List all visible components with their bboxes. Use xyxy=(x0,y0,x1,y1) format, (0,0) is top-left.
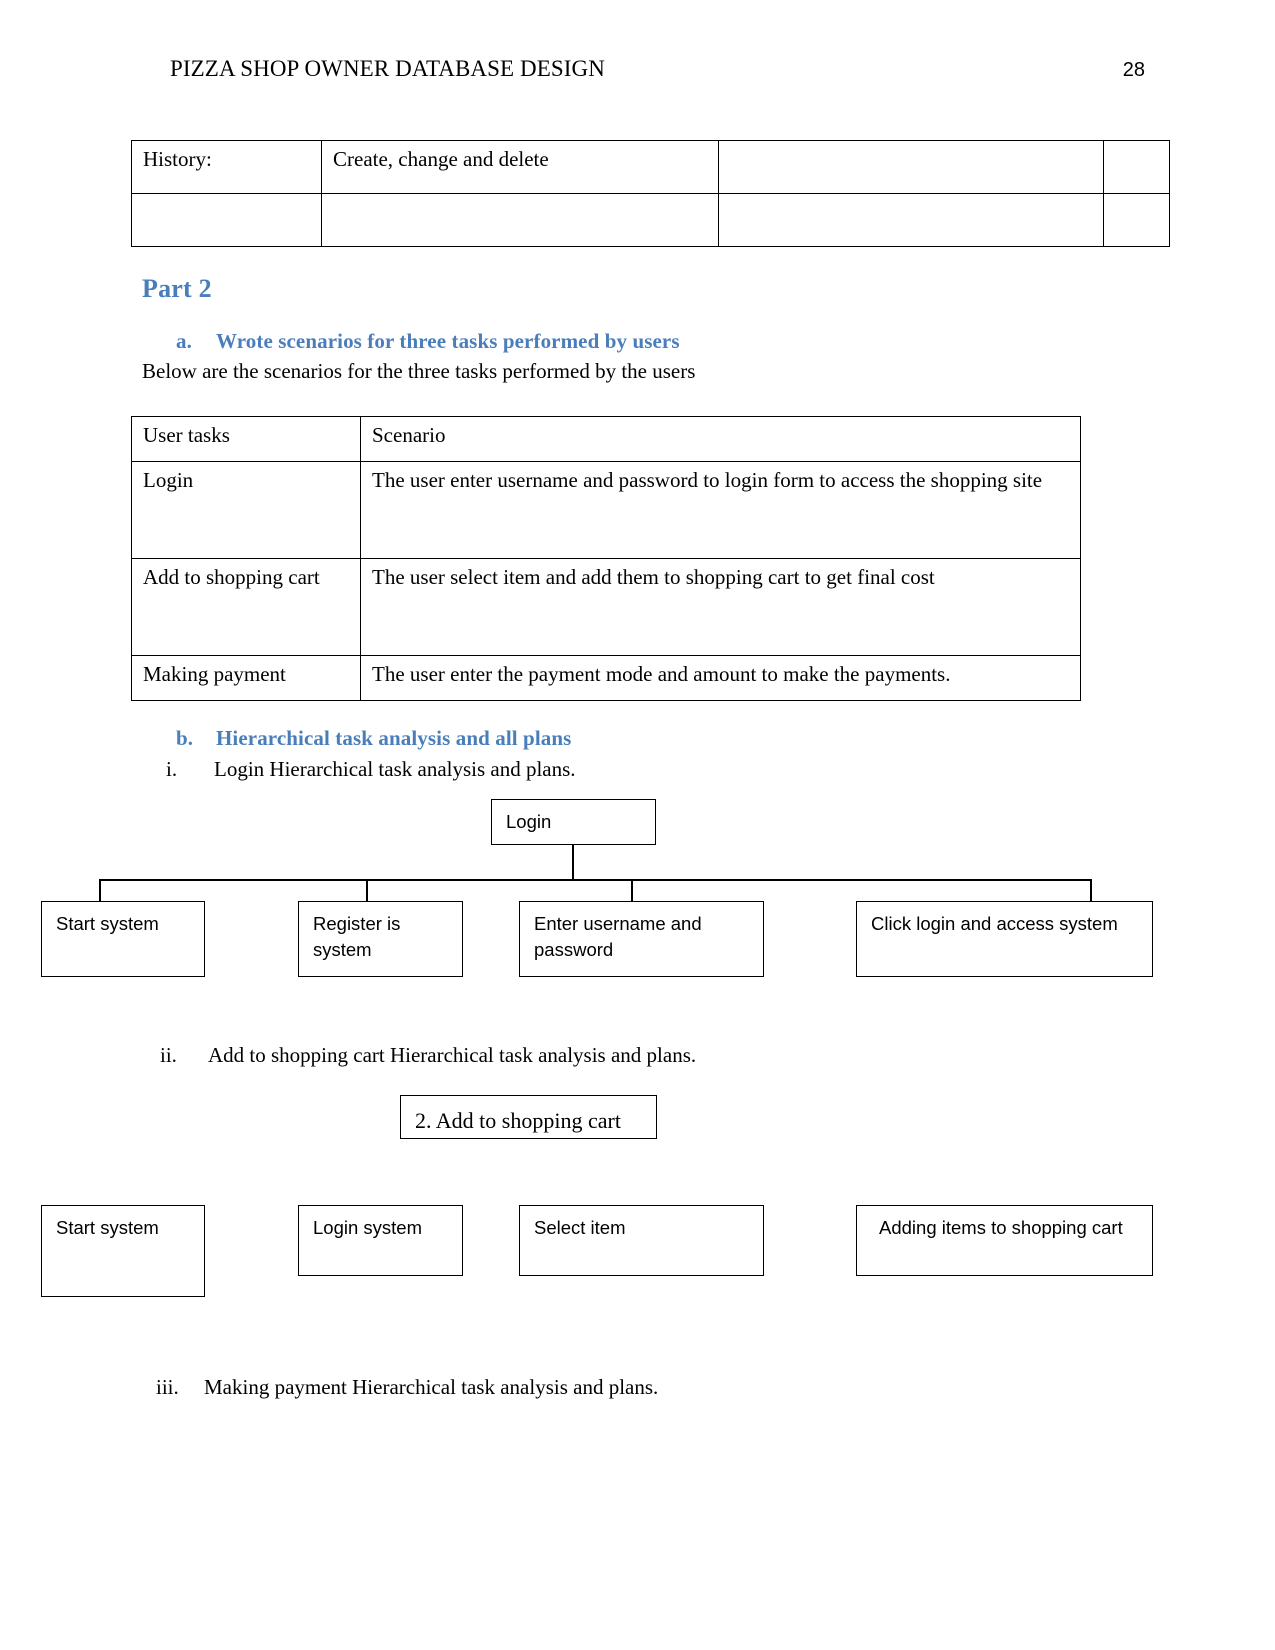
list-item-iii: iii. Making payment Hierarchical task ana… xyxy=(156,1375,658,1400)
scenario-task-add-to-cart: Add to shopping cart xyxy=(131,558,361,656)
heading-item-b: b. Hierarchical task analysis and all pla… xyxy=(176,726,571,751)
history-blank-cell-4 xyxy=(1103,193,1170,247)
history-label-cell: History: xyxy=(131,140,322,194)
hta-node-login-system: Login system xyxy=(298,1205,463,1276)
heading-item-a-marker: a. xyxy=(176,329,192,353)
document-page: PIZZA SHOP OWNER DATABASE DESIGN 28 Hist… xyxy=(0,0,1275,1650)
heading-item-b-marker: b. xyxy=(176,726,194,750)
scenario-text-login: The user enter username and password to … xyxy=(360,461,1081,559)
scenario-text-making-payment: The user enter the payment mode and amou… xyxy=(360,655,1081,701)
connector-root-stem xyxy=(572,845,574,880)
history-empty-cell-2 xyxy=(1103,140,1170,194)
list-item-ii: ii. Add to shopping cart Hierarchical tas… xyxy=(160,1043,696,1068)
heading-item-b-label: Hierarchical task analysis and all plans xyxy=(216,726,572,750)
connector-branch-1 xyxy=(99,879,101,901)
hta-node-click-login-and-access-system: Click login and access system xyxy=(856,901,1153,977)
hta-node-register-is-system: Register is system xyxy=(298,901,463,977)
heading-item-a: a. Wrote scenarios for three tasks perfor… xyxy=(176,329,680,354)
heading-item-a-label: Wrote scenarios for three tasks performe… xyxy=(216,329,680,353)
login-hta-diagram: Login Start system Register is system En… xyxy=(0,795,1275,1005)
hta-node-adding-items-to-shopping-cart: Adding items to shopping cart xyxy=(856,1205,1153,1276)
hta-node-start-system-2: Start system xyxy=(41,1205,205,1297)
part-2-heading: Part 2 xyxy=(142,274,212,303)
scenarios-table: User tasks Scenario Login The user enter… xyxy=(131,416,1081,701)
list-item-iii-text: Making payment Hierarchical task analysi… xyxy=(204,1375,659,1399)
list-item-i-text: Login Hierarchical task analysis and pla… xyxy=(214,757,576,781)
list-item-iii-marker: iii. xyxy=(156,1375,179,1399)
scenarios-header-scenario: Scenario xyxy=(360,416,1081,462)
table-row: Making payment The user enter the paymen… xyxy=(131,655,1081,701)
page-header: PIZZA SHOP OWNER DATABASE DESIGN 28 xyxy=(170,56,1145,82)
document-title: PIZZA SHOP OWNER DATABASE DESIGN xyxy=(170,56,605,81)
history-blank-cell-2 xyxy=(321,193,719,247)
list-item-ii-marker: ii. xyxy=(160,1043,177,1067)
scenarios-intro-paragraph: Below are the scenarios for the three ta… xyxy=(142,359,696,383)
scenario-task-login: Login xyxy=(131,461,361,559)
history-blank-cell-3 xyxy=(718,193,1104,247)
table-header-row: User tasks Scenario xyxy=(131,416,1081,462)
table-row xyxy=(131,193,1170,247)
history-empty-cell-1 xyxy=(718,140,1104,194)
page-number: 28 xyxy=(1122,59,1145,81)
connector-horizontal-bus xyxy=(99,879,1091,881)
connector-branch-3 xyxy=(631,879,633,901)
history-table: History: Create, change and delete xyxy=(131,140,1170,247)
table-row: Add to shopping cart The user select ite… xyxy=(131,558,1081,656)
list-item-ii-text: Add to shopping cart Hierarchical task a… xyxy=(208,1043,697,1067)
table-row: History: Create, change and delete xyxy=(131,140,1170,194)
list-item-i: i. Login Hierarchical task analysis and p… xyxy=(166,757,576,782)
hta-node-select-item: Select item xyxy=(519,1205,764,1276)
add-to-cart-hta-diagram: 2. Add to shopping cart Start system Log… xyxy=(0,1090,1275,1340)
hta-node-start-system: Start system xyxy=(41,901,205,977)
hta-node-enter-username-and-password: Enter username and password xyxy=(519,901,764,977)
scenarios-header-user-tasks: User tasks xyxy=(131,416,361,462)
scenario-text-add-to-cart: The user select item and add them to sho… xyxy=(360,558,1081,656)
history-value-cell: Create, change and delete xyxy=(321,140,719,194)
connector-branch-4 xyxy=(1090,879,1092,901)
list-item-i-marker: i. xyxy=(166,757,178,781)
scenario-task-making-payment: Making payment xyxy=(131,655,361,701)
table-row: Login The user enter username and passwo… xyxy=(131,461,1081,559)
hta-root-login: Login xyxy=(491,799,656,845)
hta-root-add-to-shopping-cart: 2. Add to shopping cart xyxy=(400,1095,657,1139)
history-blank-cell-1 xyxy=(131,193,322,247)
